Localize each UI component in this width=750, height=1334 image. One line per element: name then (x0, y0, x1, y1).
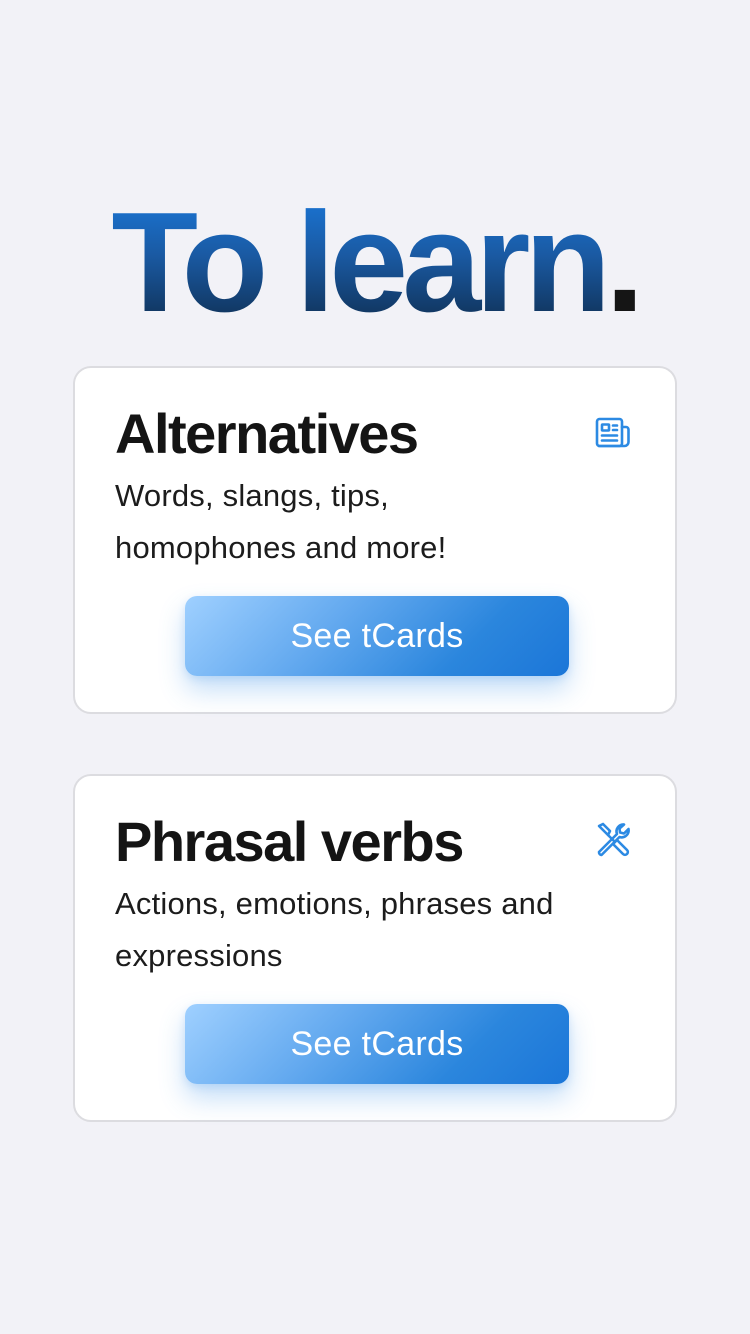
card-phrasal-verbs: Phrasal verbs Actions, emotions, phrases… (73, 774, 677, 1122)
tools-icon (593, 820, 633, 860)
page-title-dot: . (605, 183, 645, 342)
card-title: Phrasal verbs (115, 810, 464, 873)
card-alternatives: Alternatives Words, slangs, tips, homoph… (73, 366, 677, 714)
newspaper-icon (593, 412, 633, 452)
card-title: Alternatives (115, 402, 419, 465)
page-title: To learn. (0, 188, 750, 338)
see-tcards-button[interactable]: See tCards (185, 1004, 569, 1084)
page-title-text: To learn (111, 183, 611, 342)
card-description: Actions, emotions, phrases and expressio… (115, 886, 554, 973)
see-tcards-button[interactable]: See tCards (185, 596, 569, 676)
card-description: Words, slangs, tips, homophones and more… (115, 478, 447, 565)
